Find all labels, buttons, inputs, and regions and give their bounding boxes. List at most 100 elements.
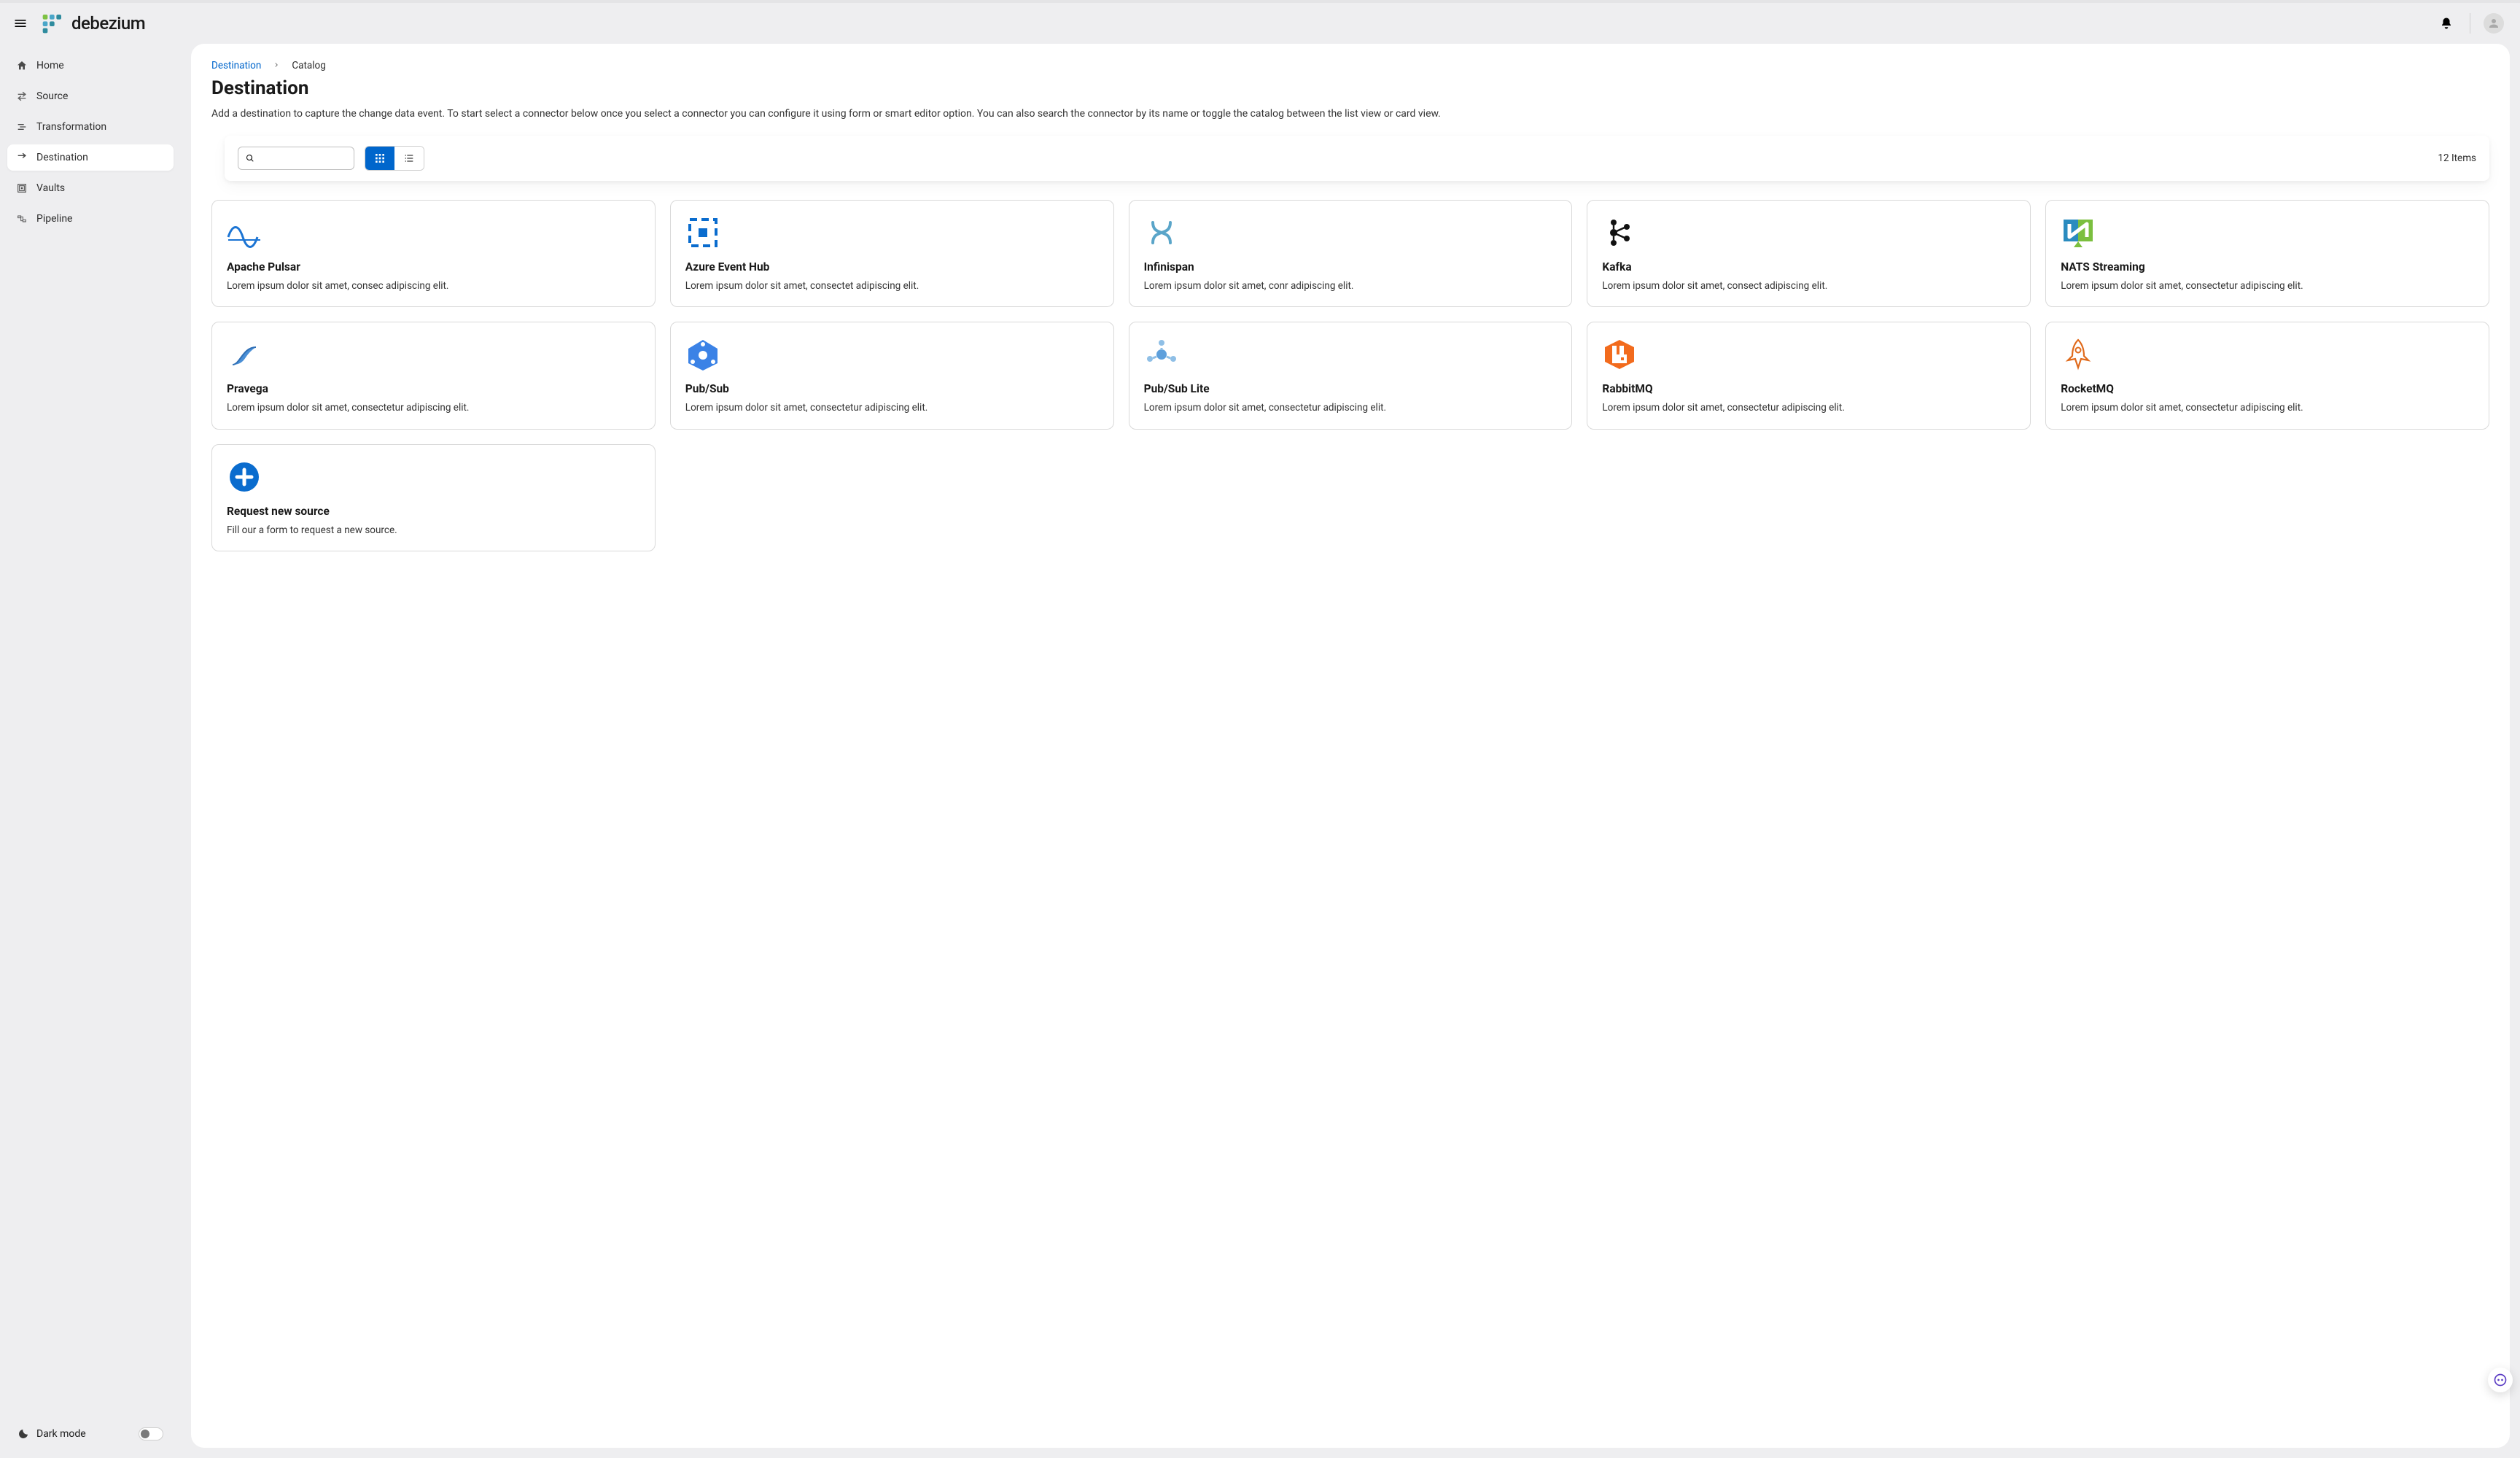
breadcrumb-parent[interactable]: Destination <box>211 60 261 71</box>
request-new-source-card[interactable]: Request new source Fill our a form to re… <box>211 444 656 552</box>
connector-title: Azure Event Hub <box>685 260 1099 274</box>
brand-name: debezium <box>71 13 145 34</box>
connector-card-pubsub[interactable]: Pub/Sub Lorem ipsum dolor sit amet, cons… <box>670 322 1114 430</box>
sidebar-nav: Home Source Transformation Destination V… <box>0 53 181 232</box>
connector-desc: Lorem ipsum dolor sit amet, consectetur … <box>1144 401 1558 416</box>
connector-desc: Lorem ipsum dolor sit amet, consectetur … <box>2061 401 2474 416</box>
page-description: Add a destination to capture the change … <box>211 106 2489 123</box>
search-input[interactable] <box>260 152 346 165</box>
connector-desc: Lorem ipsum dolor sit amet, consec adipi… <box>227 279 640 294</box>
connector-card-rocketmq[interactable]: RocketMQ Lorem ipsum dolor sit amet, con… <box>2045 322 2489 430</box>
plus-circle-icon <box>227 459 640 495</box>
items-count: 12 Items <box>2438 152 2476 164</box>
sidebar-item-label: Transformation <box>36 121 106 133</box>
grid-icon <box>374 152 386 164</box>
request-desc: Fill our a form to request a new source. <box>227 524 640 538</box>
sidebar-item-home[interactable]: Home <box>7 53 174 79</box>
pubsub-icon <box>685 337 1099 372</box>
connector-desc: Lorem ipsum dolor sit amet, conr adipisc… <box>1144 279 1558 294</box>
dark-mode-toggle[interactable] <box>139 1427 163 1440</box>
sidebar-item-transformation[interactable]: Transformation <box>7 114 174 140</box>
sidebar-item-label: Vaults <box>36 182 65 194</box>
nats-icon <box>2061 215 2474 250</box>
connector-card-pravega[interactable]: Pravega Lorem ipsum dolor sit amet, cons… <box>211 322 656 430</box>
connector-title: NATS Streaming <box>2061 260 2474 274</box>
catalog-grid: Apache Pulsar Lorem ipsum dolor sit amet… <box>211 200 2489 552</box>
infinispan-icon <box>1144 215 1558 250</box>
sidebar-item-pipeline[interactable]: Pipeline <box>7 206 174 232</box>
destination-icon <box>16 152 28 163</box>
user-icon <box>2487 17 2500 30</box>
connector-card-infinispan[interactable]: Infinispan Lorem ipsum dolor sit amet, c… <box>1129 200 1573 308</box>
connector-card-rabbitmq[interactable]: RabbitMQ Lorem ipsum dolor sit amet, con… <box>1587 322 2031 430</box>
connector-title: Infinispan <box>1144 260 1558 274</box>
sidebar-item-label: Destination <box>36 152 88 163</box>
list-icon <box>403 152 415 164</box>
connector-title: Pravega <box>227 382 640 395</box>
connector-desc: Lorem ipsum dolor sit amet, consect adip… <box>1602 279 2015 294</box>
catalog-toolbar: 12 Items <box>225 136 2489 181</box>
connector-desc: Lorem ipsum dolor sit amet, consectetur … <box>1602 401 2015 416</box>
azure-event-hub-icon <box>685 215 1099 250</box>
breadcrumb: Destination Catalog <box>211 60 2489 71</box>
connector-desc: Lorem ipsum dolor sit amet, consectet ad… <box>685 279 1099 294</box>
notifications-button[interactable] <box>2433 10 2459 36</box>
connector-title: Apache Pulsar <box>227 260 640 274</box>
home-icon <box>16 60 28 71</box>
rocketmq-icon <box>2061 337 2474 372</box>
menu-toggle-button[interactable] <box>6 9 35 38</box>
connector-title: RocketMQ <box>2061 382 2474 395</box>
bell-icon <box>2440 17 2453 30</box>
brand: debezium <box>41 12 145 35</box>
avatar <box>2484 13 2504 34</box>
search-icon <box>246 153 254 163</box>
sidebar-item-label: Home <box>36 60 64 71</box>
user-menu-button[interactable] <box>2481 10 2507 36</box>
transformation-icon <box>16 121 28 133</box>
connector-desc: Lorem ipsum dolor sit amet, consectetur … <box>227 401 640 416</box>
source-icon <box>16 90 28 102</box>
topbar-actions <box>2433 10 2507 36</box>
list-view-button[interactable] <box>394 147 424 170</box>
chevron-right-icon <box>273 60 280 71</box>
breadcrumb-current: Catalog <box>292 60 325 71</box>
sidebar-item-label: Source <box>36 90 68 102</box>
sidebar-item-label: Pipeline <box>36 213 73 225</box>
connector-desc: Lorem ipsum dolor sit amet, consectetur … <box>685 401 1099 416</box>
grid-view-button[interactable] <box>365 147 394 170</box>
dark-mode-row: Dark mode <box>0 1416 181 1458</box>
kafka-icon <box>1602 215 2015 250</box>
connector-card-kafka[interactable]: Kafka Lorem ipsum dolor sit amet, consec… <box>1587 200 2031 308</box>
panel: Destination Catalog Destination Add a de… <box>191 44 2510 1448</box>
moon-icon <box>18 1428 29 1440</box>
connector-title: Pub/Sub Lite <box>1144 382 1558 395</box>
dark-mode-label: Dark mode <box>36 1428 131 1440</box>
search-field[interactable] <box>238 147 354 170</box>
brand-logo-icon <box>41 12 64 35</box>
connector-card-azure-event-hub[interactable]: Azure Event Hub Lorem ipsum dolor sit am… <box>670 200 1114 308</box>
pipeline-icon <box>16 213 28 225</box>
vaults-icon <box>16 182 28 194</box>
topbar: debezium <box>0 0 2520 44</box>
connector-title: Kafka <box>1602 260 2015 274</box>
connector-desc: Lorem ipsum dolor sit amet, consectetur … <box>2061 279 2474 294</box>
pubsub-lite-icon <box>1144 337 1558 372</box>
rabbitmq-icon <box>1602 337 2015 372</box>
connector-title: RabbitMQ <box>1602 382 2015 395</box>
sidebar-item-vaults[interactable]: Vaults <box>7 175 174 201</box>
pravega-icon <box>227 337 640 372</box>
sidebar-item-destination[interactable]: Destination <box>7 144 174 171</box>
chat-fab[interactable] <box>2488 1368 2513 1392</box>
view-toggle <box>365 146 424 171</box>
connector-title: Pub/Sub <box>685 382 1099 395</box>
apache-pulsar-icon <box>227 215 640 250</box>
connector-card-nats-streaming[interactable]: NATS Streaming Lorem ipsum dolor sit ame… <box>2045 200 2489 308</box>
sidebar: Home Source Transformation Destination V… <box>0 44 181 1458</box>
request-title: Request new source <box>227 505 640 518</box>
chat-bot-icon <box>2493 1373 2508 1387</box>
hamburger-icon <box>13 16 28 31</box>
connector-card-pubsub-lite[interactable]: Pub/Sub Lite Lorem ipsum dolor sit amet,… <box>1129 322 1573 430</box>
connector-card-apache-pulsar[interactable]: Apache Pulsar Lorem ipsum dolor sit amet… <box>211 200 656 308</box>
page-title: Destination <box>211 77 2489 99</box>
sidebar-item-source[interactable]: Source <box>7 83 174 109</box>
